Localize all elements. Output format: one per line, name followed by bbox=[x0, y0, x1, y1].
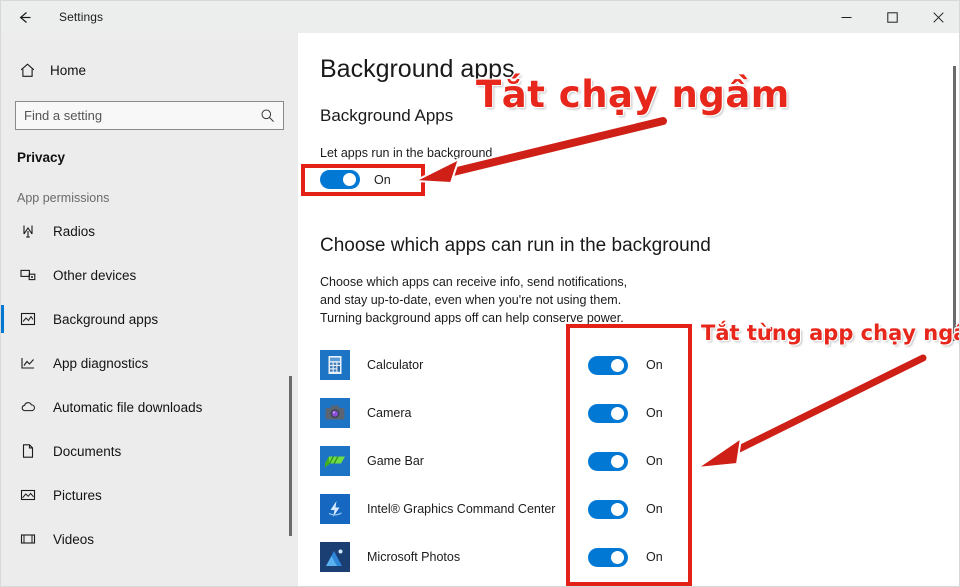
choose-apps-description: Choose which apps can receive info, send… bbox=[320, 275, 628, 325]
app-row: Microsoft Photos On bbox=[298, 533, 959, 581]
app-toggle-state: On bbox=[646, 358, 663, 372]
sidebar-item-label: Other devices bbox=[53, 267, 137, 283]
radio-tower-icon bbox=[17, 223, 39, 239]
main-content: Background apps Background Apps Let apps… bbox=[298, 33, 959, 586]
devices-icon bbox=[17, 267, 39, 283]
close-button[interactable] bbox=[915, 1, 959, 33]
calculator-app-icon bbox=[320, 350, 350, 380]
settings-window: Settings Home Find a setting Privacy App… bbox=[0, 0, 960, 587]
choose-apps-heading: Choose which apps can run in the backgro… bbox=[320, 235, 711, 256]
intel-graphics-app-icon bbox=[320, 494, 350, 524]
app-name: Calculator bbox=[367, 358, 424, 372]
sidebar-home-label: Home bbox=[50, 62, 87, 78]
sidebar-item-background-apps[interactable]: Background apps bbox=[1, 297, 298, 341]
background-apps-icon bbox=[17, 311, 39, 327]
app-row: Calculator On bbox=[298, 341, 959, 389]
sidebar-item-home[interactable]: Home bbox=[1, 53, 298, 87]
app-background-toggle[interactable] bbox=[588, 499, 628, 519]
toggle-knob bbox=[343, 173, 356, 186]
sidebar-item-documents[interactable]: Documents bbox=[1, 429, 298, 473]
app-toggle-wrapper: On bbox=[588, 403, 663, 423]
title-bar-left: Settings bbox=[1, 1, 103, 33]
sidebar-item-label: Videos bbox=[53, 531, 95, 547]
microsoft-photos-app-icon bbox=[320, 542, 350, 572]
sidebar-item-label: Radios bbox=[53, 223, 96, 239]
sidebar-group-header: App permissions bbox=[17, 191, 110, 205]
title-bar: Settings bbox=[1, 1, 959, 33]
camera-app-icon bbox=[320, 398, 350, 428]
app-toggle-state: On bbox=[646, 406, 663, 420]
app-row: Game Bar On bbox=[298, 437, 959, 485]
app-toggle-state: On bbox=[646, 454, 663, 468]
arrow-left-icon bbox=[19, 11, 30, 23]
sidebar: Home Privacy App permissions bbox=[1, 33, 298, 586]
window-controls bbox=[823, 1, 959, 33]
video-icon bbox=[17, 531, 39, 547]
game-bar-app-icon bbox=[320, 446, 350, 476]
app-row: Camera On bbox=[298, 389, 959, 437]
search-box[interactable] bbox=[15, 101, 284, 130]
sidebar-item-label: Background apps bbox=[53, 311, 159, 327]
minimize-button[interactable] bbox=[823, 1, 869, 33]
toggle-knob bbox=[611, 454, 624, 468]
back-button[interactable] bbox=[1, 1, 47, 33]
master-toggle-row: On bbox=[320, 170, 959, 189]
sidebar-item-label: Documents bbox=[53, 443, 122, 459]
app-toggle-wrapper: On bbox=[588, 547, 663, 567]
sidebar-item-other-devices[interactable]: Other devices bbox=[1, 253, 298, 297]
page-title: Background apps bbox=[320, 55, 515, 83]
app-toggle-state: On bbox=[646, 550, 663, 564]
app-name: Microsoft Photos bbox=[367, 550, 461, 564]
main-scrollbar-thumb[interactable] bbox=[953, 66, 956, 341]
toggle-knob bbox=[611, 406, 624, 420]
toggle-knob bbox=[611, 358, 624, 372]
section-title: Background Apps bbox=[320, 106, 454, 125]
master-toggle-label: Let apps run in the background bbox=[320, 146, 493, 160]
search-icon[interactable] bbox=[260, 108, 275, 123]
sidebar-scrollbar-thumb[interactable] bbox=[289, 376, 292, 536]
sidebar-item-automatic-file-downloads[interactable]: Automatic file downloads bbox=[1, 385, 298, 429]
search-input[interactable] bbox=[24, 108, 260, 123]
master-toggle-state: On bbox=[374, 172, 391, 187]
maximize-button[interactable] bbox=[869, 1, 915, 33]
sidebar-category-title: Privacy bbox=[17, 150, 66, 165]
window-title: Settings bbox=[59, 10, 104, 24]
sidebar-item-label: Pictures bbox=[53, 487, 102, 503]
app-name: Camera bbox=[367, 406, 412, 420]
app-row: Intel® Graphics Command Center On bbox=[298, 485, 959, 533]
app-diagnostics-icon bbox=[17, 355, 39, 371]
home-icon bbox=[15, 62, 39, 79]
maximize-icon bbox=[886, 11, 898, 23]
sidebar-item-label: App diagnostics bbox=[53, 355, 149, 371]
sidebar-item-videos[interactable]: Videos bbox=[1, 517, 298, 561]
app-background-toggle[interactable] bbox=[588, 355, 628, 375]
master-background-apps-toggle[interactable] bbox=[320, 170, 360, 189]
app-name: Intel® Graphics Command Center bbox=[367, 502, 556, 516]
sidebar-item-app-diagnostics[interactable]: App diagnostics bbox=[1, 341, 298, 385]
sidebar-nav-list: Radios Other devices Background apps App… bbox=[1, 209, 298, 561]
app-background-toggle[interactable] bbox=[588, 403, 628, 423]
app-toggle-wrapper: On bbox=[588, 355, 663, 375]
app-toggle-state: On bbox=[646, 502, 663, 516]
search-wrapper bbox=[15, 101, 284, 130]
toggle-knob bbox=[611, 550, 624, 564]
minimize-icon bbox=[841, 16, 851, 18]
app-toggle-wrapper: On bbox=[588, 451, 663, 471]
close-icon bbox=[932, 11, 944, 23]
app-name: Game Bar bbox=[367, 454, 424, 468]
cloud-icon bbox=[17, 399, 39, 416]
toggle-knob bbox=[611, 502, 624, 516]
sidebar-item-label: Automatic file downloads bbox=[53, 399, 203, 415]
picture-icon bbox=[17, 487, 39, 503]
app-background-toggle[interactable] bbox=[588, 547, 628, 567]
document-icon bbox=[17, 443, 39, 459]
app-background-toggle[interactable] bbox=[588, 451, 628, 471]
sidebar-item-radios[interactable]: Radios bbox=[1, 209, 298, 253]
app-list: Calculator On Camera On Game Bar On Inte… bbox=[298, 341, 959, 581]
sidebar-item-pictures[interactable]: Pictures bbox=[1, 473, 298, 517]
app-toggle-wrapper: On bbox=[588, 499, 663, 519]
